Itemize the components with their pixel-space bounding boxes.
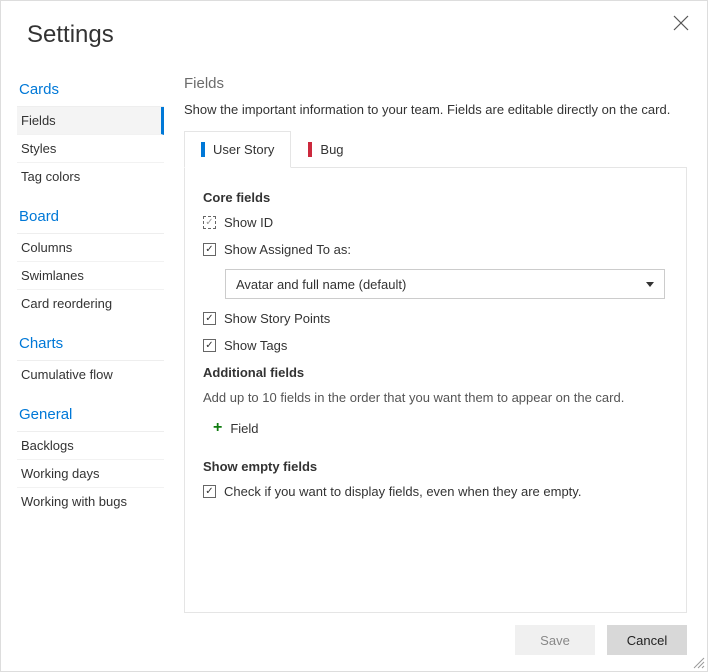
sidebar-item-styles[interactable]: Styles (17, 135, 164, 163)
sidebar-heading: Board (17, 202, 164, 234)
save-button[interactable]: Save (515, 625, 595, 655)
section-description: Show the important information to your t… (184, 102, 687, 117)
plus-icon: + (213, 419, 222, 437)
add-field-label: Field (230, 421, 258, 436)
additional-fields-heading: Additional fields (203, 365, 668, 380)
sidebar-heading: General (17, 400, 164, 432)
dialog-header: Settings (1, 1, 707, 49)
settings-dialog: Settings Cards Fields Styles Tag colors … (1, 1, 707, 671)
sidebar: Cards Fields Styles Tag colors Board Col… (17, 75, 164, 613)
dialog-title: Settings (27, 21, 681, 49)
show-empty-heading: Show empty fields (203, 459, 668, 474)
checkbox-show-assigned[interactable]: ✓ (203, 243, 216, 256)
checkbox-show-tags[interactable]: ✓ (203, 339, 216, 352)
checkbox-label: Show ID (224, 215, 273, 230)
sidebar-heading: Cards (17, 75, 164, 107)
cancel-button[interactable]: Cancel (607, 625, 687, 655)
checkbox-show-story-points-row: ✓ Show Story Points (203, 311, 668, 326)
dropdown-value: Avatar and full name (default) (236, 277, 406, 292)
checkbox-label: Show Tags (224, 338, 287, 353)
sidebar-group-cards: Cards Fields Styles Tag colors (17, 75, 164, 190)
dialog-body: Cards Fields Styles Tag colors Board Col… (1, 49, 707, 613)
checkbox-show-id-row: ✓ Show ID (203, 215, 668, 230)
section-title: Fields (184, 75, 687, 92)
tab-panel: Core fields ✓ Show ID ✓ Show Assigned To… (184, 168, 687, 613)
tabs: User Story Bug (184, 131, 687, 168)
chevron-down-icon (646, 282, 654, 287)
sidebar-item-working-with-bugs[interactable]: Working with bugs (17, 488, 164, 515)
checkbox-label: Show Story Points (224, 311, 330, 326)
sidebar-item-tag-colors[interactable]: Tag colors (17, 163, 164, 190)
tab-label: User Story (213, 142, 274, 157)
resize-grip-icon[interactable] (691, 655, 705, 669)
checkbox-show-assigned-row: ✓ Show Assigned To as: (203, 242, 668, 257)
sidebar-group-charts: Charts Cumulative flow (17, 329, 164, 388)
dialog-footer: Save Cancel (1, 613, 707, 671)
checkbox-show-id[interactable]: ✓ (203, 216, 216, 229)
checkbox-label: Show Assigned To as: (224, 242, 351, 257)
assigned-to-dropdown[interactable]: Avatar and full name (default) (225, 269, 665, 299)
tab-label: Bug (320, 142, 343, 157)
checkbox-show-story-points[interactable]: ✓ (203, 312, 216, 325)
sidebar-item-backlogs[interactable]: Backlogs (17, 432, 164, 460)
tab-swatch (201, 142, 205, 157)
additional-fields-description: Add up to 10 fields in the order that yo… (203, 390, 668, 405)
sidebar-item-card-reordering[interactable]: Card reordering (17, 290, 164, 317)
tab-user-story[interactable]: User Story (184, 131, 291, 168)
sidebar-item-fields[interactable]: Fields (17, 107, 164, 135)
checkbox-show-empty[interactable]: ✓ (203, 485, 216, 498)
checkbox-show-empty-row: ✓ Check if you want to display fields, e… (203, 484, 668, 499)
main-panel: Fields Show the important information to… (184, 75, 687, 613)
sidebar-item-swimlanes[interactable]: Swimlanes (17, 262, 164, 290)
add-field-button[interactable]: + Field (213, 415, 668, 441)
checkbox-label: Check if you want to display fields, eve… (224, 484, 581, 499)
core-fields-heading: Core fields (203, 190, 668, 205)
tab-swatch (308, 142, 312, 157)
checkbox-show-tags-row: ✓ Show Tags (203, 338, 668, 353)
sidebar-item-working-days[interactable]: Working days (17, 460, 164, 488)
sidebar-group-general: General Backlogs Working days Working wi… (17, 400, 164, 515)
tab-bug[interactable]: Bug (291, 131, 360, 168)
sidebar-heading: Charts (17, 329, 164, 361)
sidebar-item-columns[interactable]: Columns (17, 234, 164, 262)
close-icon[interactable] (673, 15, 689, 31)
sidebar-item-cumulative-flow[interactable]: Cumulative flow (17, 361, 164, 388)
sidebar-group-board: Board Columns Swimlanes Card reordering (17, 202, 164, 317)
